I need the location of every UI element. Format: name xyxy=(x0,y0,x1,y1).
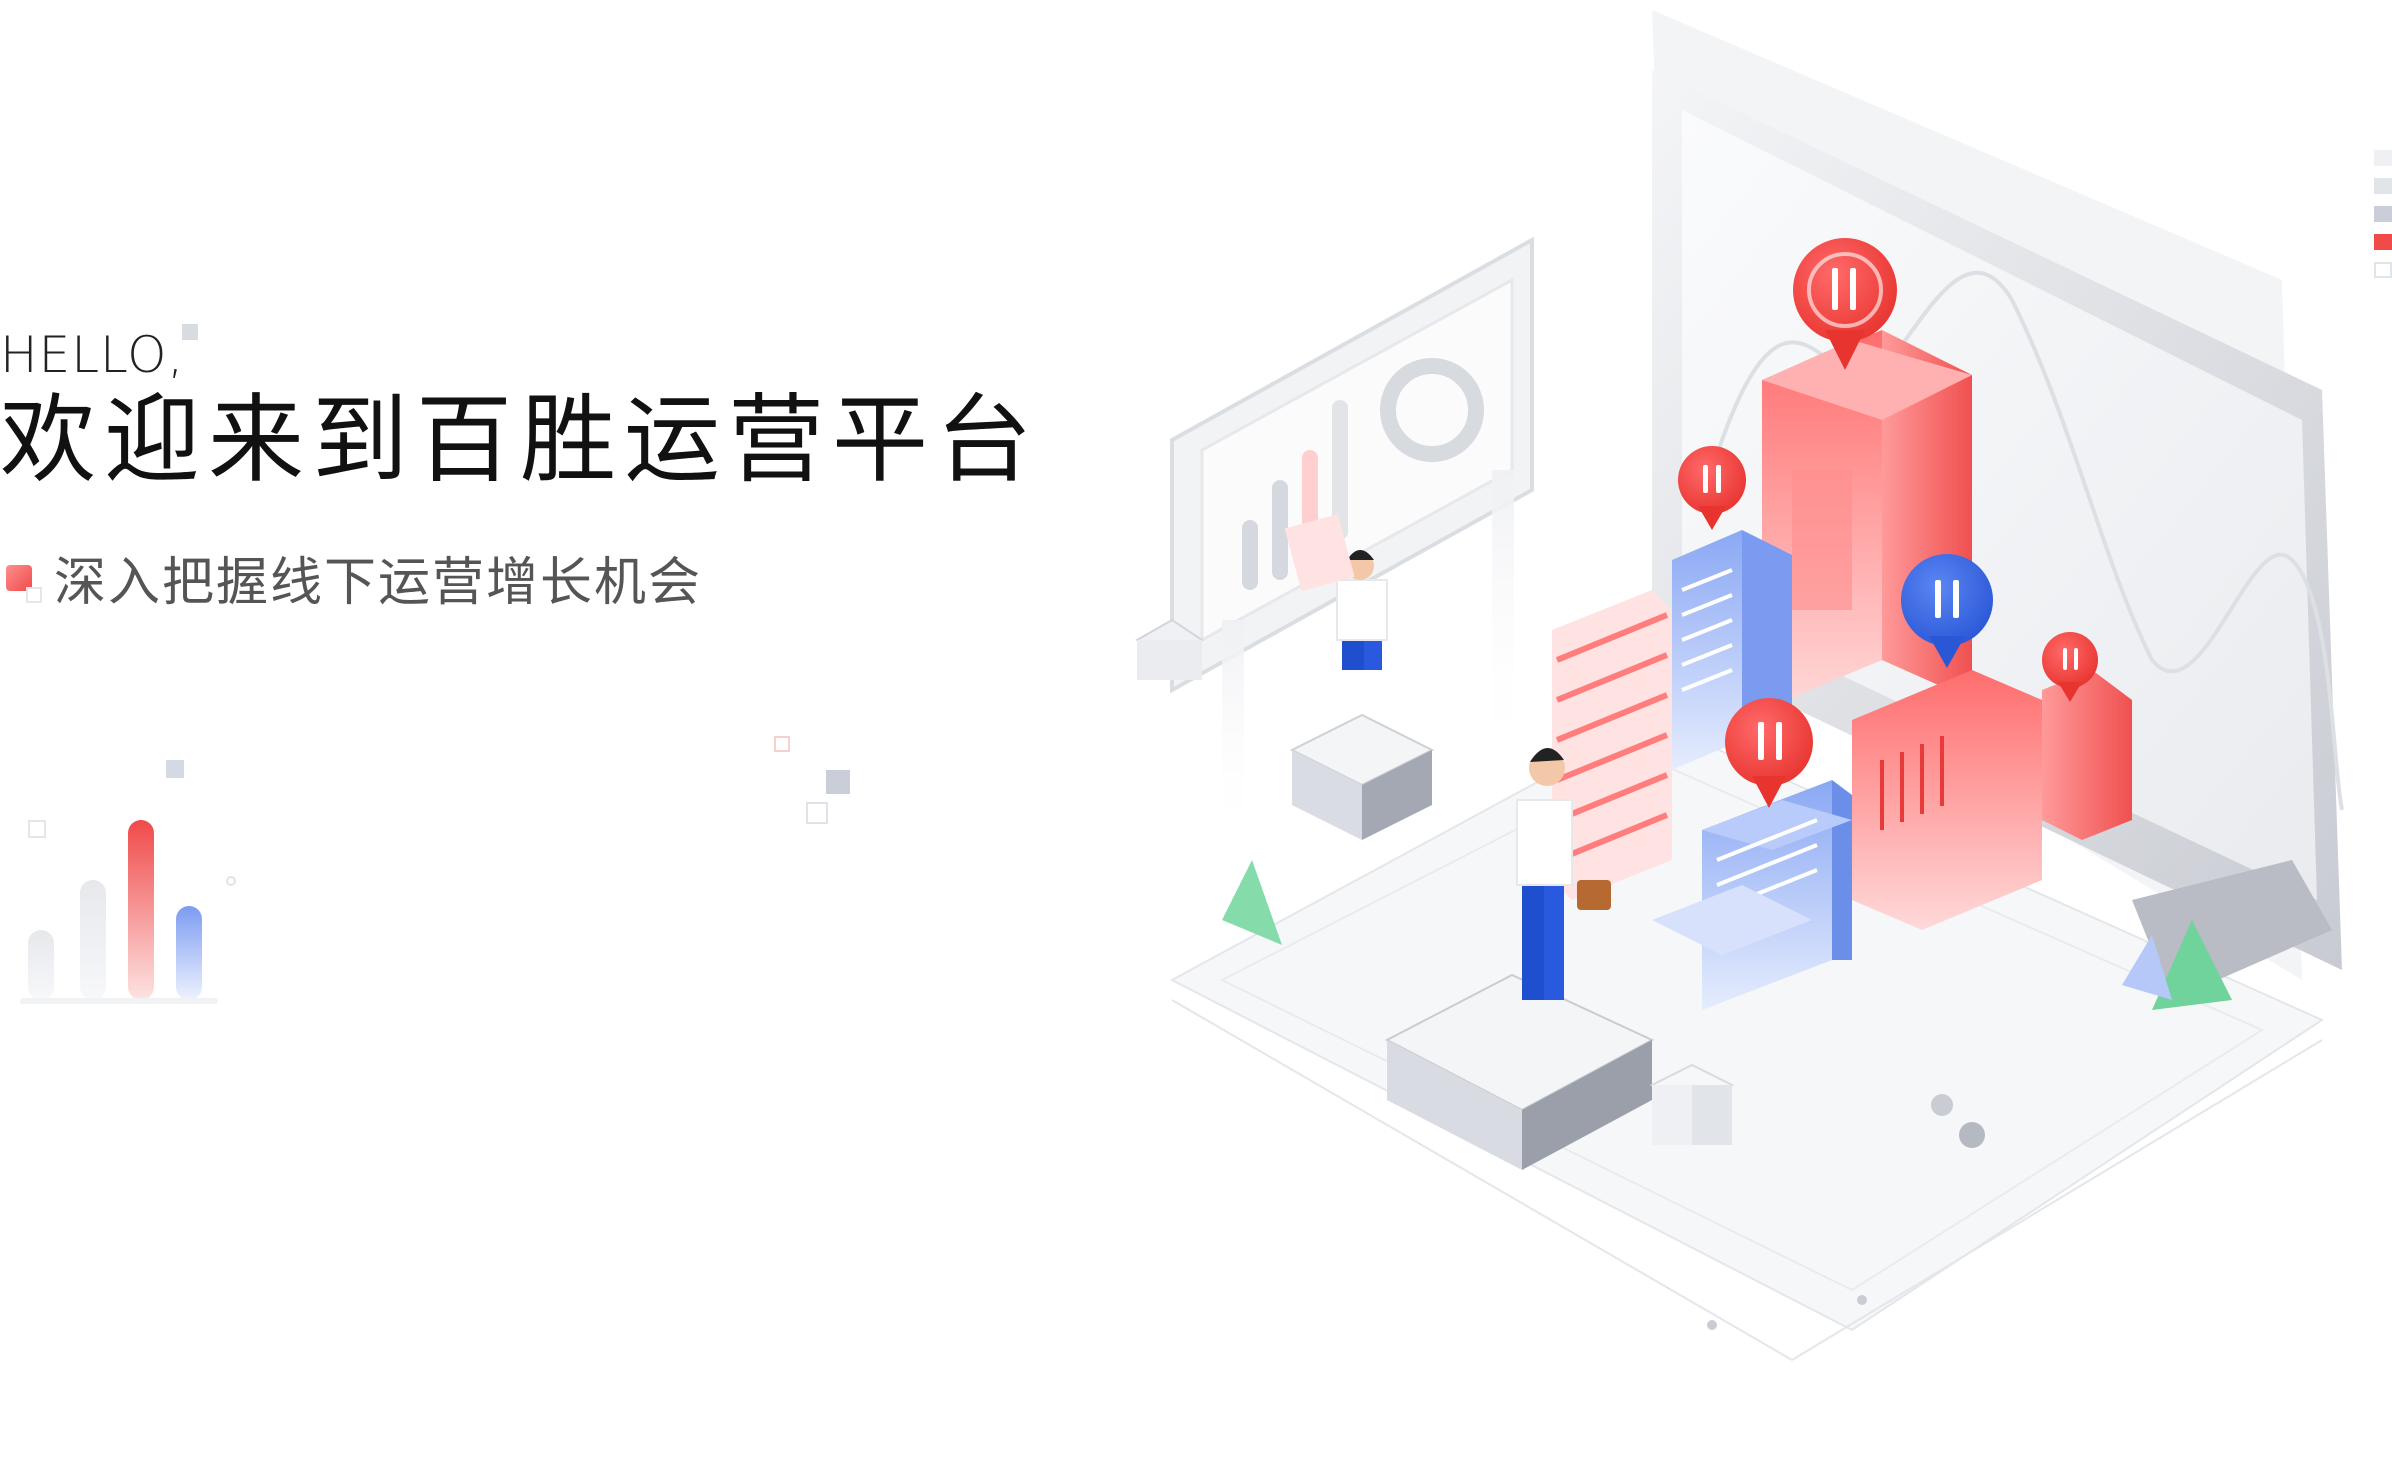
deco-baseline xyxy=(20,998,218,1004)
deco-square-outline xyxy=(806,802,828,824)
page-subtitle: 深入把握线下运营增长机会 xyxy=(54,553,703,613)
billboard-bar xyxy=(1242,520,1258,590)
deco-square-gray xyxy=(826,770,850,794)
deco-bar xyxy=(28,930,54,1000)
sphere xyxy=(1931,1094,1953,1116)
billboard-post xyxy=(1222,620,1244,850)
deco-bar xyxy=(80,880,106,1000)
greeting-text: HELLO, xyxy=(0,326,185,384)
small-platform xyxy=(1289,713,1435,840)
billboard-post xyxy=(1492,470,1514,770)
deco-square-gray xyxy=(166,760,184,778)
blue-building-side xyxy=(1832,780,1852,960)
deco-square-gray xyxy=(182,324,198,340)
floor-dot xyxy=(1857,1295,1867,1305)
bullet-icon xyxy=(6,564,42,603)
edge-mark xyxy=(2374,178,2392,194)
isometric-illustration xyxy=(1135,10,2344,1361)
edge-mark xyxy=(2374,262,2392,278)
red-building-window xyxy=(1792,470,1852,610)
sphere xyxy=(1959,1122,1985,1148)
decorative-bar-chart xyxy=(20,820,218,1004)
edge-mark xyxy=(2374,150,2392,166)
deco-bar xyxy=(176,906,202,1000)
page-title: 欢迎来到百胜运营平台 xyxy=(0,384,1040,496)
red-block-small xyxy=(2042,670,2132,840)
green-cone xyxy=(1222,860,1282,945)
landing-hero: HELLO, 欢迎来到百胜运营平台 深入把握线下运营增长机会 xyxy=(0,0,2392,1478)
deco-square-outline-red xyxy=(774,736,790,752)
cube-side xyxy=(1137,640,1202,680)
floor-dot xyxy=(1707,1320,1717,1330)
edge-mark xyxy=(2374,206,2392,222)
subtitle-row: 深入把握线下运营增长机会 xyxy=(6,540,702,615)
deco-bar xyxy=(128,820,154,1000)
edge-mark-red xyxy=(2374,234,2392,250)
